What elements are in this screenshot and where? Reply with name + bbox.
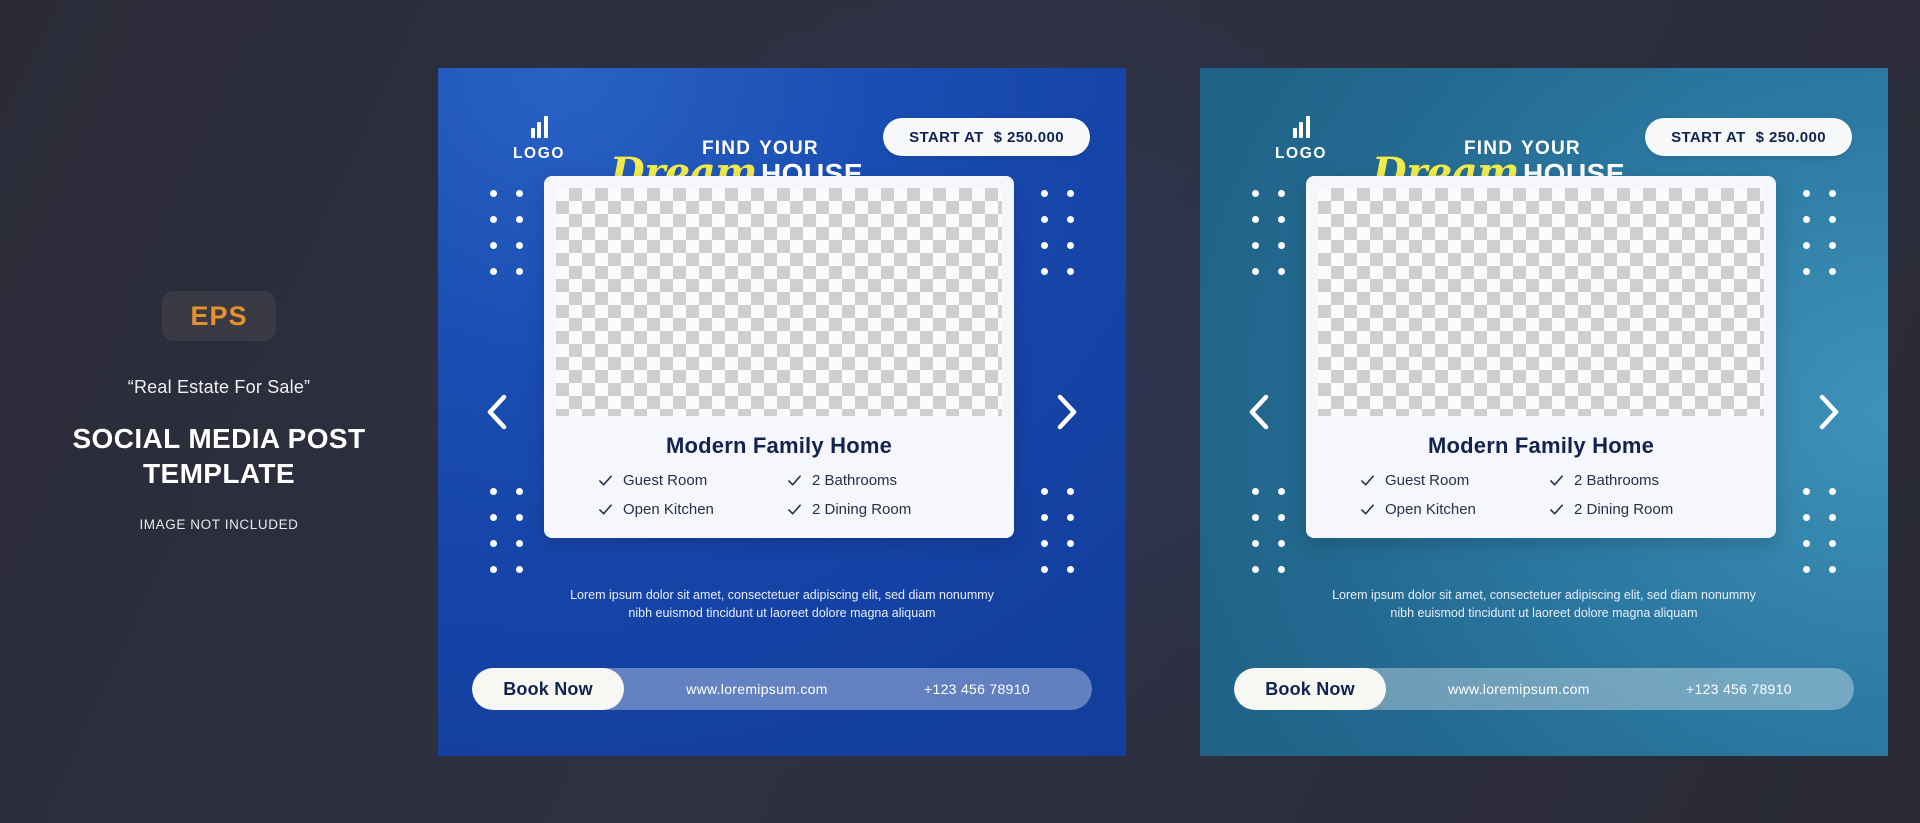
feature-item: Open Kitchen <box>598 501 787 518</box>
theme-quote: “Real Estate For Sale” <box>127 377 311 398</box>
feature-label: 2 Dining Room <box>812 501 912 518</box>
chevron-left-icon <box>487 394 507 430</box>
contact-meta: www.loremipsum.com +123 456 78910 <box>624 681 1092 697</box>
feature-label: 2 Bathrooms <box>812 472 898 489</box>
check-icon <box>1550 475 1563 486</box>
bar-chart-icon <box>1292 115 1310 138</box>
description-line2: nibh euismod tincidunt ut laoreet dolore… <box>1390 606 1698 621</box>
dot-decoration-top-right <box>1803 190 1836 275</box>
property-title: Modern Family Home <box>1427 433 1655 458</box>
feature-item: 2 Dining Room <box>787 501 976 518</box>
dot-decoration-bottom-left <box>1252 488 1285 573</box>
website-link[interactable]: www.loremipsum.com <box>686 681 828 697</box>
feature-item: 2 Bathrooms <box>1549 472 1738 489</box>
feature-label: Open Kitchen <box>1385 501 1476 518</box>
check-icon <box>788 475 801 486</box>
website-link[interactable]: www.loremipsum.com <box>1448 681 1590 697</box>
feature-label: 2 Dining Room <box>1574 501 1674 518</box>
check-icon <box>1361 504 1374 515</box>
contact-footer-bar: Book Now www.loremipsum.com +123 456 789… <box>472 668 1092 710</box>
carousel-next-button[interactable] <box>1046 391 1088 433</box>
card-header: LOGO FIND YOUR Dream HOUSE START AT $ 250.… <box>438 102 1126 193</box>
feature-list: Guest Room 2 Bathrooms Open Kitchen 2 Di… <box>556 472 1002 518</box>
post-card-blue[interactable]: LOGO FIND YOUR Dream HOUSE START AT $ 250.… <box>438 68 1126 756</box>
dot-decoration-top-left <box>1252 190 1285 275</box>
dot-decoration-bottom-right <box>1041 488 1074 573</box>
dot-decoration-bottom-right <box>1803 488 1836 573</box>
description-text: Lorem ipsum dolor sit amet, consectetuer… <box>514 586 1050 622</box>
check-icon <box>1361 475 1374 486</box>
logo-block[interactable]: LOGO <box>1236 115 1366 163</box>
bar-chart-icon <box>530 115 548 138</box>
listing-panel: Modern Family Home Guest Room 2 Bathroom… <box>1306 176 1776 538</box>
description-line2: nibh euismod tincidunt ut laoreet dolore… <box>628 606 936 621</box>
carousel-next-button[interactable] <box>1808 391 1850 433</box>
property-photo-placeholder[interactable] <box>556 188 1002 416</box>
template-stage: EPS “Real Estate For Sale” SOCIAL MEDIA … <box>0 0 1920 823</box>
description-line1: Lorem ipsum dolor sit amet, consectetuer… <box>1332 588 1756 602</box>
contact-footer-bar: Book Now www.loremipsum.com +123 456 789… <box>1234 668 1854 710</box>
carousel-prev-button[interactable] <box>1238 391 1280 433</box>
book-now-button[interactable]: Book Now <box>1234 668 1386 710</box>
logo-label: LOGO <box>512 144 566 162</box>
start-at-price-button[interactable]: START AT $ 250.000 <box>883 118 1090 156</box>
property-title: Modern Family Home <box>665 433 893 458</box>
post-card-teal[interactable]: LOGO FIND YOUR Dream HOUSE START AT $ 250.… <box>1200 68 1888 756</box>
price-value: $ 250.000 <box>993 128 1064 146</box>
check-icon <box>599 475 612 486</box>
image-not-included-note: IMAGE NOT INCLUDED <box>139 516 299 532</box>
chevron-right-icon <box>1057 394 1077 430</box>
phone-number[interactable]: +123 456 78910 <box>924 681 1030 697</box>
page-title: SOCIAL MEDIA POST TEMPLATE <box>72 422 365 490</box>
book-now-button[interactable]: Book Now <box>472 668 624 710</box>
page-title-line1: SOCIAL MEDIA POST <box>72 423 366 455</box>
phone-number[interactable]: +123 456 78910 <box>1686 681 1792 697</box>
listing-panel: Modern Family Home Guest Room 2 Bathroom… <box>544 176 1014 538</box>
dot-decoration-bottom-left <box>490 488 523 573</box>
dot-decoration-top-left <box>490 190 523 275</box>
card-header: LOGO FIND YOUR Dream HOUSE START AT $ 250.… <box>1200 102 1888 193</box>
feature-item: 2 Bathrooms <box>787 472 976 489</box>
feature-item: Guest Room <box>1360 472 1549 489</box>
price-label: START AT <box>909 128 984 146</box>
check-icon <box>1550 504 1563 515</box>
price-label: START AT <box>1671 128 1746 146</box>
feature-list: Guest Room 2 Bathrooms Open Kitchen 2 Di… <box>1318 472 1764 518</box>
logo-block[interactable]: LOGO <box>474 115 604 163</box>
property-photo-placeholder[interactable] <box>1318 188 1764 416</box>
price-value: $ 250.000 <box>1755 128 1826 146</box>
feature-label: Guest Room <box>1385 472 1470 489</box>
feature-item: Guest Room <box>598 472 787 489</box>
eps-format-badge: EPS <box>162 291 276 342</box>
check-icon <box>788 504 801 515</box>
feature-item: 2 Dining Room <box>1549 501 1738 518</box>
logo-label: LOGO <box>1274 144 1328 162</box>
info-column: EPS “Real Estate For Sale” SOCIAL MEDIA … <box>0 0 438 823</box>
dot-decoration-top-right <box>1041 190 1074 275</box>
feature-label: Guest Room <box>623 472 708 489</box>
description-line1: Lorem ipsum dolor sit amet, consectetuer… <box>570 588 994 602</box>
check-icon <box>599 504 612 515</box>
carousel-prev-button[interactable] <box>476 391 518 433</box>
feature-label: 2 Bathrooms <box>1574 472 1660 489</box>
contact-meta: www.loremipsum.com +123 456 78910 <box>1386 681 1854 697</box>
feature-item: Open Kitchen <box>1360 501 1549 518</box>
chevron-right-icon <box>1819 394 1839 430</box>
feature-label: Open Kitchen <box>623 501 714 518</box>
description-text: Lorem ipsum dolor sit amet, consectetuer… <box>1276 586 1812 622</box>
page-title-line2: TEMPLATE <box>142 457 295 489</box>
start-at-price-button[interactable]: START AT $ 250.000 <box>1645 118 1852 156</box>
chevron-left-icon <box>1249 394 1269 430</box>
